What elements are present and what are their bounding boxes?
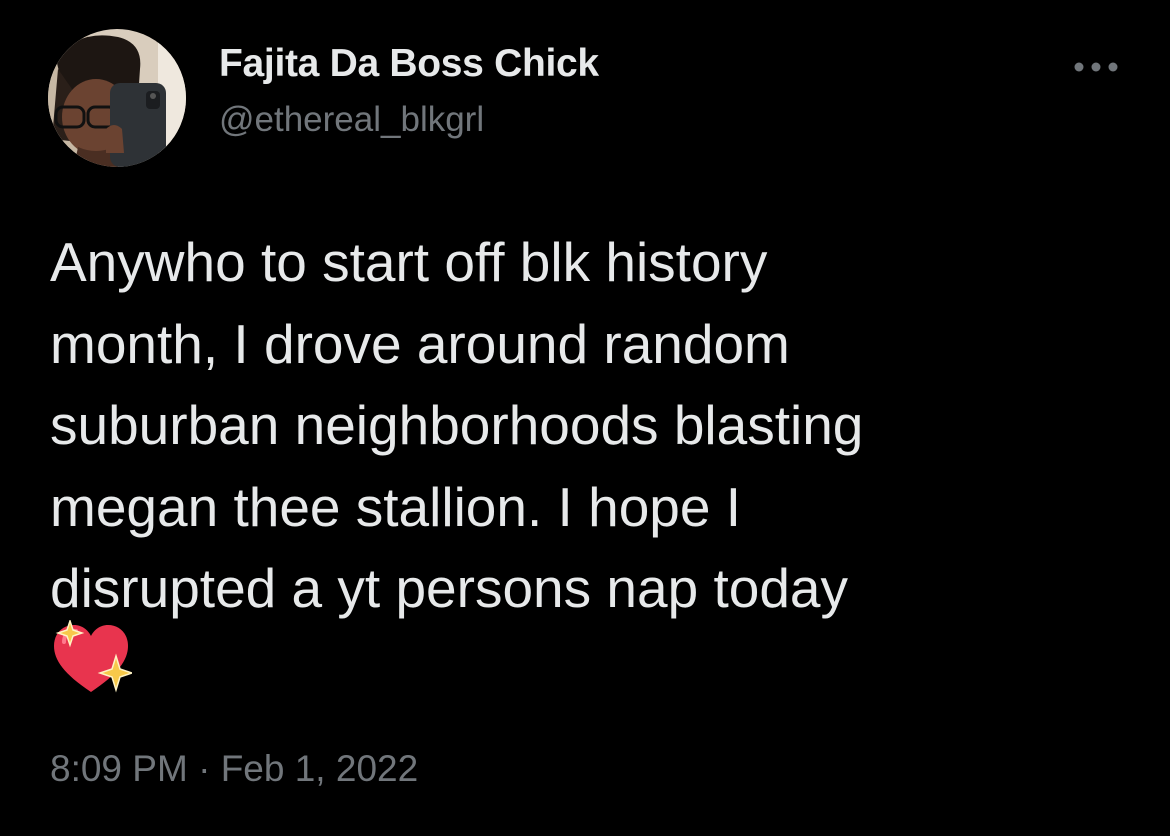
tweet-text-line: Anywho to start off blk history (50, 231, 768, 293)
more-horizontal-icon (1074, 62, 1118, 72)
sparkling-heart-icon (50, 618, 135, 696)
tweet-date: Feb 1, 2022 (220, 748, 419, 789)
avatar-image (48, 29, 186, 167)
tweet-text-line: month, I drove around random (50, 312, 790, 375)
author-display-name[interactable]: Fajita Da Boss Chick (219, 42, 599, 86)
tweet-time: 8:09 PM (50, 748, 188, 789)
tweet-text-line: disrupted a yt persons nap today (50, 557, 849, 619)
tweet-timestamp[interactable]: 8:09 PM · Feb 1, 2022 (50, 748, 418, 790)
avatar[interactable] (48, 29, 186, 167)
timestamp-separator: · (187, 748, 221, 789)
more-options-button[interactable] (1068, 52, 1124, 82)
author-handle[interactable]: @ethereal_blkgrl (219, 100, 484, 140)
tweet-text: Anywho to start off blk history month, I… (50, 222, 1140, 630)
tweet-text-line: suburban neighborhoods blasting (50, 394, 864, 456)
tweet-text-line: megan thee stallion. I hope I (50, 475, 742, 538)
tweet-card: Fajita Da Boss Chick @ethereal_blkgrl An… (0, 0, 1170, 836)
